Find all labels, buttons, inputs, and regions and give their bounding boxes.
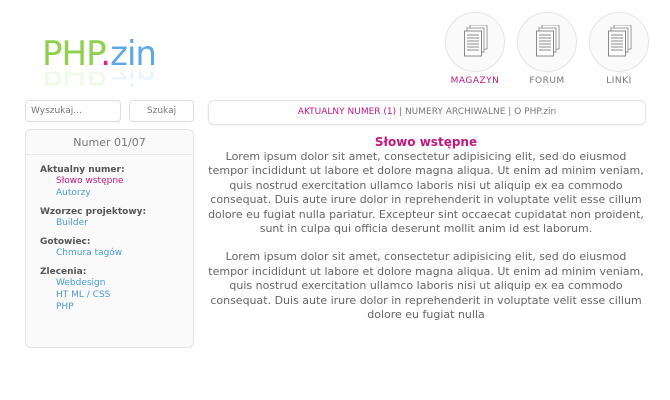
sidebar-item-builder[interactable]: Builder xyxy=(40,217,193,229)
sidebar-item-html-css[interactable]: HT ML / CSS xyxy=(40,289,193,301)
sidebar-item-php[interactable]: PHP xyxy=(40,301,193,313)
nav-circle xyxy=(517,12,577,72)
section-heading-design-pattern: Wzorzec projektowy: xyxy=(40,207,147,217)
sidebar: Numer 01/07 Aktualny numer: Słowo wstępn… xyxy=(25,129,194,348)
search-input[interactable] xyxy=(25,100,121,122)
sidebar-item-webdesign[interactable]: Webdesign xyxy=(40,277,193,289)
nav-forum[interactable]: FORUM xyxy=(516,12,578,86)
logo-zin: zin xyxy=(110,34,157,74)
issue-nav-bar: AKTUALNY NUMER (1) | NUMERY ARCHIWALNE |… xyxy=(208,100,646,125)
sidebar-sections: Aktualny numer: Słowo wstępne Autorzy Wz… xyxy=(26,155,193,313)
nav-label-magazyn: MAGAZYN xyxy=(450,76,500,86)
nav-label-linki: LINKI xyxy=(606,76,632,86)
nav-circle xyxy=(589,12,649,72)
section-heading-orders: Zlecenia: xyxy=(40,267,87,277)
site-logo[interactable]: PHP.zin xyxy=(42,34,157,74)
nav-circle xyxy=(445,12,505,72)
issue-number-title: Numer 01/07 xyxy=(26,130,193,155)
article-title: Słowo wstępne xyxy=(374,135,478,149)
logo-reflection: PHP.zin xyxy=(42,72,156,92)
document-icon xyxy=(608,25,632,57)
sidebar-item-autorzy[interactable]: Autorzy xyxy=(40,187,193,199)
about-link[interactable]: O PHP.zin xyxy=(514,107,556,117)
separator: | xyxy=(399,107,403,117)
section-heading-ready-made: Gotowiec: xyxy=(40,237,91,247)
document-icon xyxy=(464,25,488,57)
logo-reflect-php: PHP xyxy=(42,72,101,92)
article: Słowo wstępne Lorem ipsum dolor sit amet… xyxy=(208,135,644,336)
logo-reflect-zin: zin xyxy=(110,72,156,92)
current-issue-link[interactable]: AKTUALNY NUMER (1) xyxy=(298,107,396,117)
article-paragraph: Lorem ipsum dolor sit amet, consectetur … xyxy=(208,250,644,322)
nav-linki[interactable]: LINKI xyxy=(588,12,650,86)
sidebar-item-slowo-wstepne[interactable]: Słowo wstępne xyxy=(40,175,193,187)
article-paragraph: Lorem ipsum dolor sit amet, consectetur … xyxy=(208,150,644,236)
search-button[interactable]: Szukaj xyxy=(129,100,194,122)
main-nav: MAGAZYN FORUM LINKI xyxy=(444,12,650,86)
logo-dot: . xyxy=(100,34,111,74)
archive-issues-link[interactable]: NUMERY ARCHIWALNE xyxy=(405,107,505,117)
section-heading-current: Aktualny numer: xyxy=(40,165,125,175)
separator: | xyxy=(508,107,512,117)
sidebar-item-tag-cloud[interactable]: Chmura tagów xyxy=(40,247,193,259)
nav-magazyn[interactable]: MAGAZYN xyxy=(444,12,506,86)
logo-reflect-dot: . xyxy=(100,72,111,92)
document-icon xyxy=(536,25,560,57)
logo-php: PHP xyxy=(42,34,101,74)
nav-label-forum: FORUM xyxy=(529,76,565,86)
